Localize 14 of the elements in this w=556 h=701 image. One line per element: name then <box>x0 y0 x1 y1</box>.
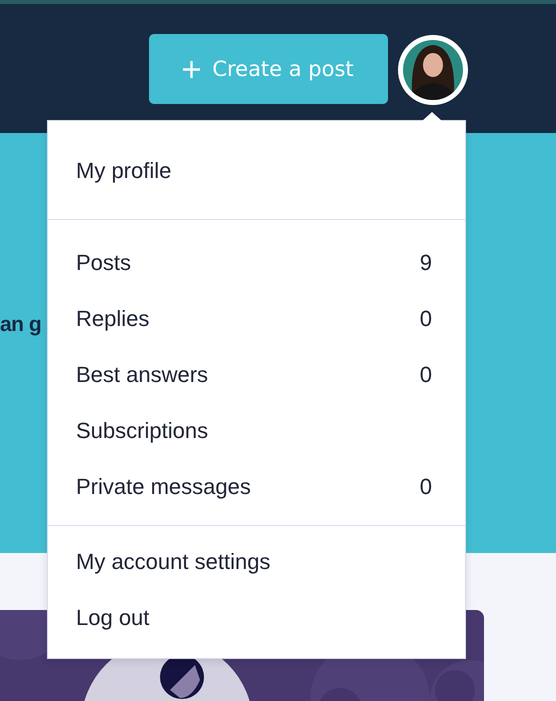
menu-item[interactable]: Private messages 0 <box>48 459 465 515</box>
banner-text: an g <box>0 313 42 337</box>
menu-item[interactable]: My account settings <box>48 534 465 590</box>
plus-icon <box>183 60 200 78</box>
menu-item[interactable]: Posts 9 <box>48 235 465 291</box>
item-count: 0 <box>420 362 432 388</box>
menu-item[interactable]: Replies 0 <box>48 291 465 347</box>
menu-item[interactable]: Best answers 0 <box>48 347 465 403</box>
menu-item[interactable]: Subscriptions <box>48 403 465 459</box>
item-count: 0 <box>420 306 432 332</box>
menu-item[interactable]: My profile <box>48 143 465 199</box>
item-count: 9 <box>420 250 432 276</box>
item-count: 0 <box>420 474 432 500</box>
menu-item[interactable]: Log out <box>48 590 465 646</box>
